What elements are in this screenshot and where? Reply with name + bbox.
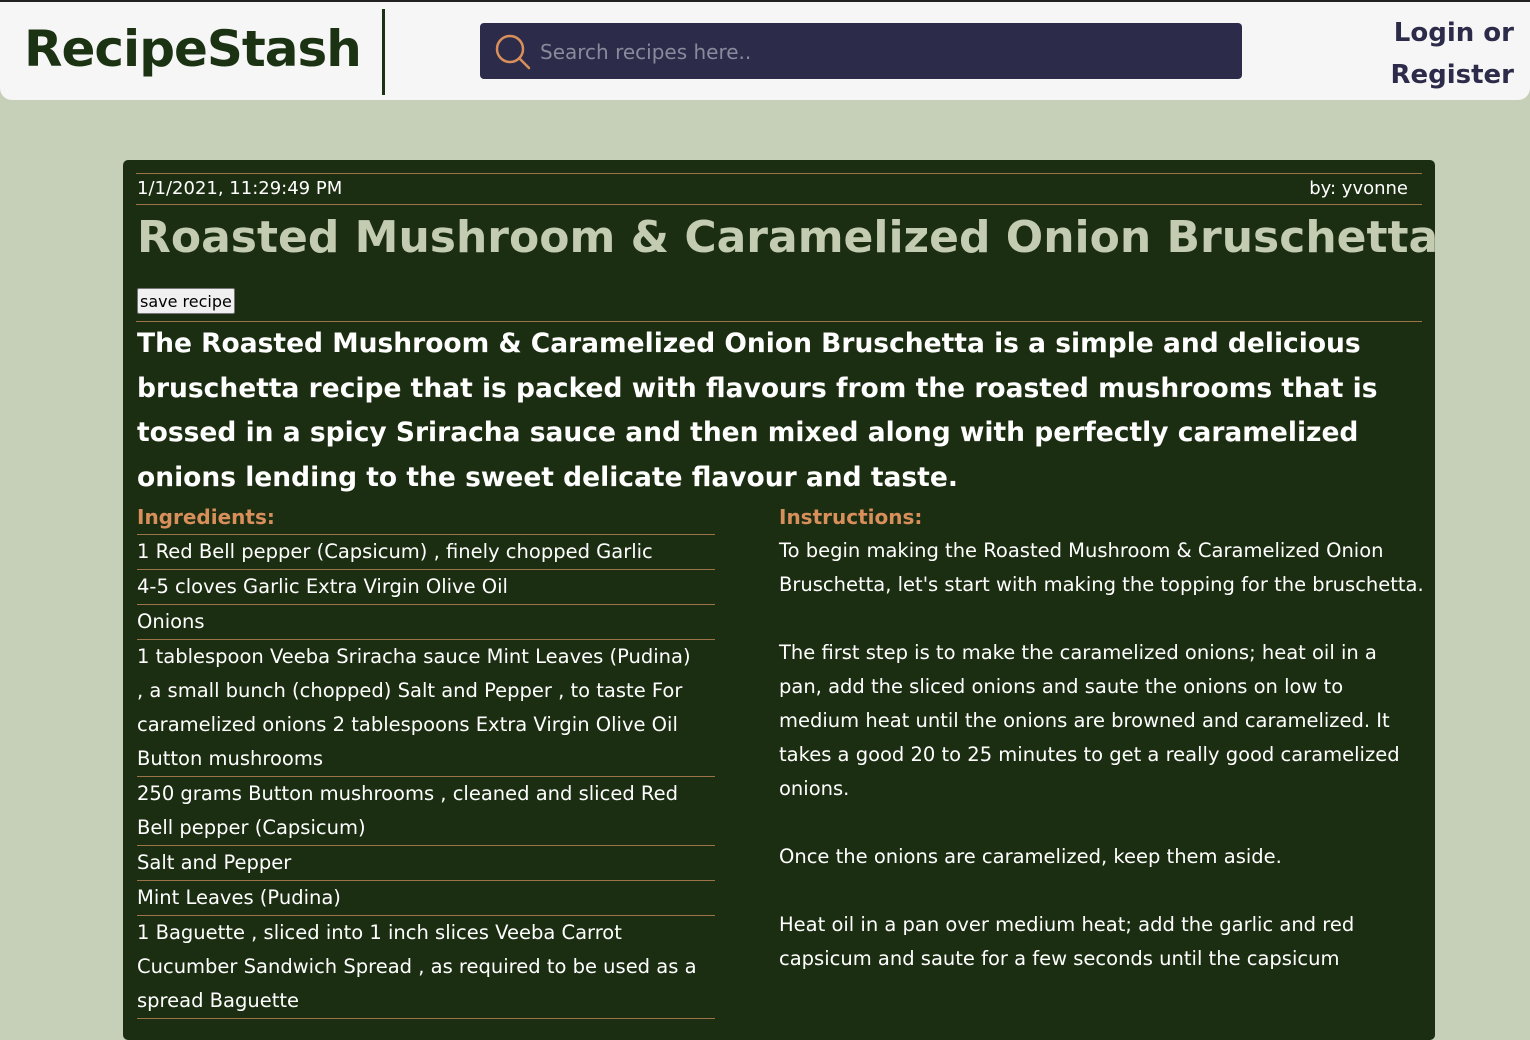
ingredient-item: 1 tablespoon Veeba Sriracha sauce Mint L… — [137, 640, 715, 777]
instruction-step: Once the onions are caramelized, keep th… — [779, 845, 1282, 868]
ingredients-list: 1 Red Bell pepper (Capsicum) , finely ch… — [137, 534, 715, 1019]
ingredient-item: Mint Leaves (Pudina) — [137, 881, 715, 916]
site-logo[interactable]: RecipeStash — [24, 20, 362, 78]
instruction-step: Heat oil in a pan over medium heat; add … — [779, 913, 1355, 970]
ingredients-heading: Ingredients: — [137, 505, 275, 529]
ingredient-item: 1 Baguette , sliced into 1 inch slices V… — [137, 916, 715, 1019]
instruction-step: The first step is to make the caramelize… — [779, 641, 1400, 800]
ingredient-item: 1 Red Bell pepper (Capsicum) , finely ch… — [137, 535, 715, 570]
register-text[interactable]: Register — [1390, 54, 1514, 96]
instructions-list: To begin making the Roasted Mushroom & C… — [779, 534, 1425, 976]
recipe-description: The Roasted Mushroom & Caramelized Onion… — [137, 328, 1378, 493]
recipe-date: 1/1/2021, 11:29:49 PM — [137, 178, 343, 199]
search-bar — [480, 23, 1242, 81]
ingredients-section: Ingredients: 1 Red Bell pepper (Capsicum… — [137, 500, 715, 1019]
site-header: RecipeStash Login or Register — [0, 2, 1530, 100]
recipe-meta: 1/1/2021, 11:29:49 PM by: yvonne — [136, 173, 1422, 205]
login-register-link[interactable]: Login or Register — [1390, 12, 1514, 96]
ingredient-item: Onions — [137, 605, 715, 640]
ingredient-item: 4-5 cloves Garlic Extra Virgin Olive Oil — [137, 570, 715, 605]
ingredient-item: Salt and Pepper — [137, 846, 715, 881]
logo-divider — [382, 9, 385, 95]
search-icon[interactable] — [492, 31, 532, 71]
search-input[interactable] — [538, 23, 1232, 81]
save-recipe-button[interactable]: save recipe — [137, 288, 235, 314]
instruction-step: To begin making the Roasted Mushroom & C… — [779, 539, 1424, 596]
recipe-card: 1/1/2021, 11:29:49 PM by: yvonne Roasted… — [123, 160, 1439, 1040]
login-text[interactable]: Login or — [1390, 12, 1514, 54]
ingredient-item: 250 grams Button mushrooms , cleaned and… — [137, 777, 715, 846]
recipe-author: by: yvonne — [1309, 178, 1408, 199]
instructions-section: Instructions: To begin making the Roaste… — [779, 500, 1425, 1010]
instructions-heading: Instructions: — [779, 505, 923, 529]
recipe-title: Roasted Mushroom & Caramelized Onion Bru… — [137, 212, 1439, 263]
